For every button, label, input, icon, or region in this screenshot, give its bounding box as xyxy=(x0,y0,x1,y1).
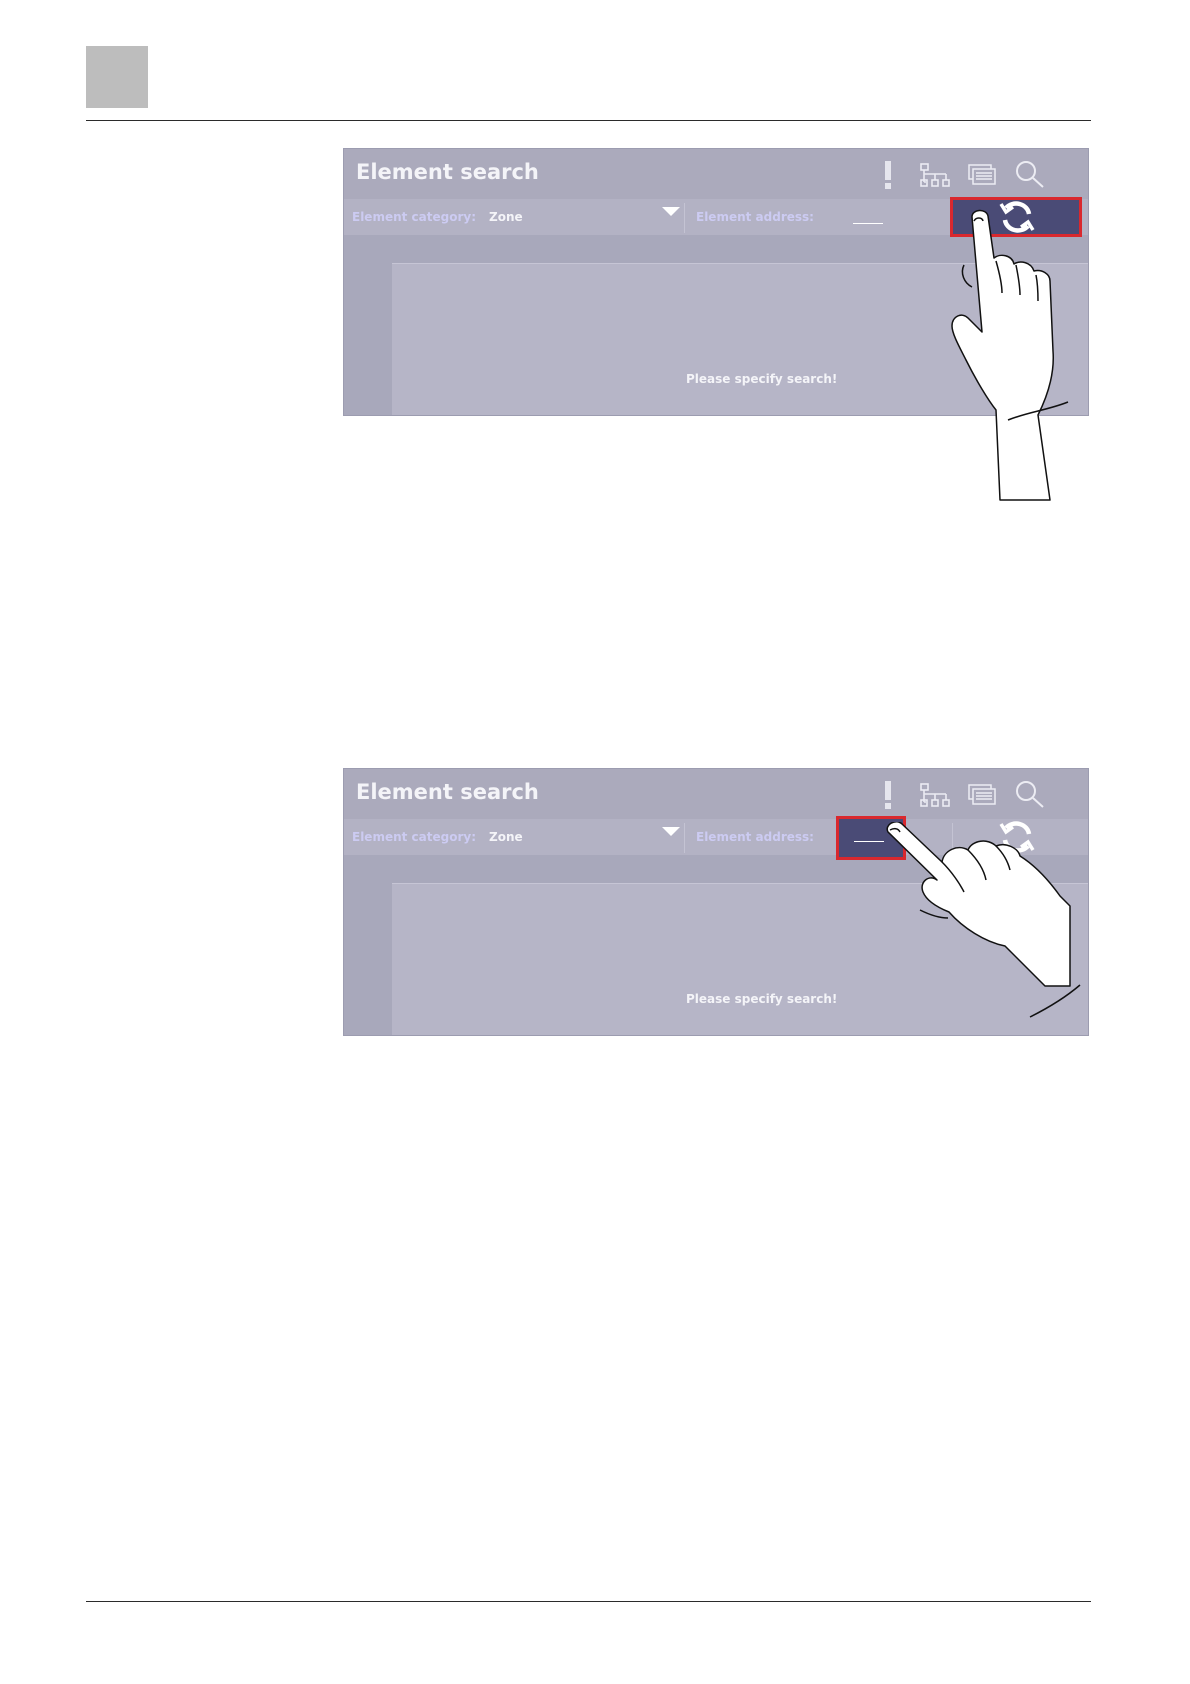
result-area: Please specify search! xyxy=(392,263,1088,415)
element-search-screen-2: Element search Element category: Zone El… xyxy=(343,768,1089,1036)
alert-icon[interactable] xyxy=(882,781,894,809)
dropdown-arrow-icon[interactable] xyxy=(662,827,680,836)
element-search-screen-1: Element search Element category: Zone El… xyxy=(343,148,1089,416)
alert-icon[interactable] xyxy=(882,161,894,189)
element-address-label: Element address: xyxy=(696,210,814,224)
element-category-value[interactable]: Zone xyxy=(489,830,523,844)
refresh-icon xyxy=(999,821,1035,853)
chapter-marker xyxy=(86,46,148,108)
element-category-label: Element category: xyxy=(352,830,477,844)
header-rule xyxy=(86,120,1091,121)
refresh-button[interactable] xyxy=(950,197,1082,237)
element-category-value[interactable]: Zone xyxy=(489,210,523,224)
documents-icon[interactable] xyxy=(967,783,999,807)
result-message: Please specify search! xyxy=(686,372,838,386)
element-address-field[interactable] xyxy=(836,816,906,860)
screen-title: Element search xyxy=(356,780,539,804)
divider xyxy=(684,823,685,853)
element-address-field[interactable] xyxy=(853,211,883,224)
documents-icon[interactable] xyxy=(967,163,999,187)
element-address-label: Element address: xyxy=(696,830,814,844)
magnifier-icon[interactable] xyxy=(1014,779,1046,809)
result-area: Please specify search! xyxy=(392,883,1088,1035)
footer-rule xyxy=(86,1601,1091,1602)
element-category-label: Element category: xyxy=(352,210,477,224)
title-bar: Element search xyxy=(344,149,1088,199)
magnifier-icon[interactable] xyxy=(1014,159,1046,189)
refresh-icon xyxy=(999,201,1035,233)
tree-icon[interactable] xyxy=(919,163,951,187)
result-message: Please specify search! xyxy=(686,992,838,1006)
tree-icon[interactable] xyxy=(919,783,951,807)
refresh-button[interactable] xyxy=(952,819,1080,855)
title-bar: Element search xyxy=(344,769,1088,819)
screen-title: Element search xyxy=(356,160,539,184)
divider xyxy=(684,203,685,233)
dropdown-arrow-icon[interactable] xyxy=(662,207,680,216)
address-value-placeholder xyxy=(854,841,884,842)
